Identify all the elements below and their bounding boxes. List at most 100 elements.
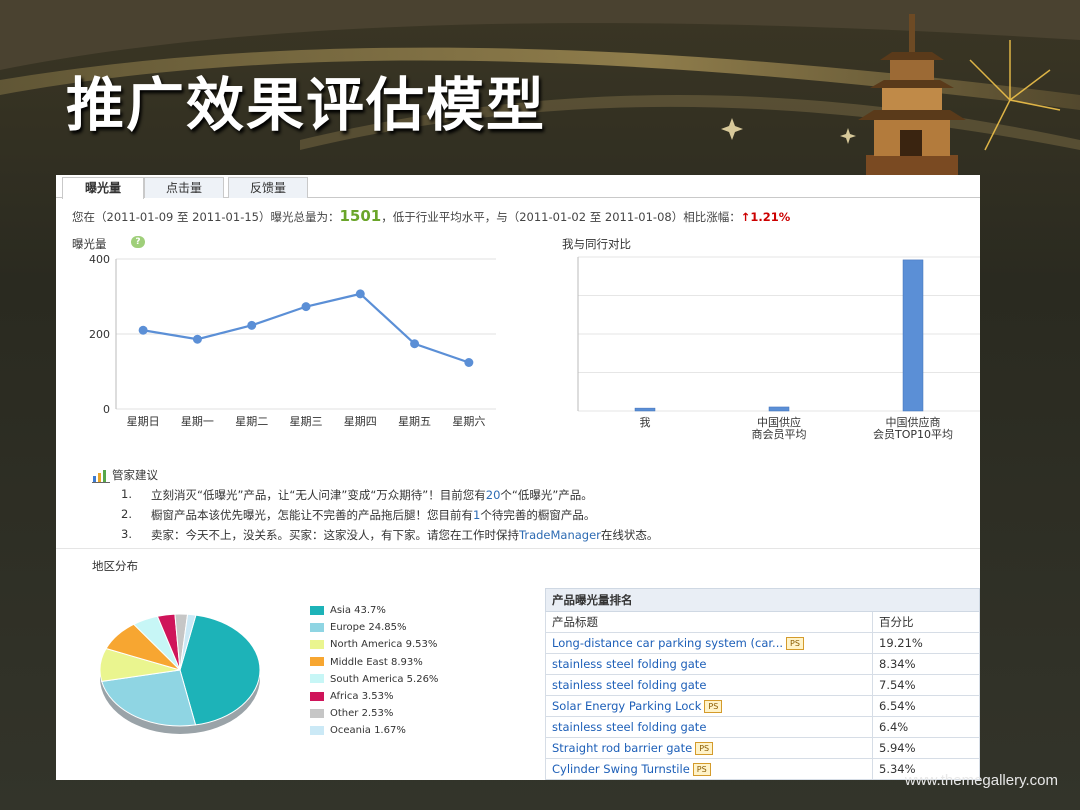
legend-swatch — [310, 605, 324, 615]
x-tick-label: 商会员平均 — [752, 427, 807, 441]
bar — [902, 259, 924, 412]
exposure-summary: 您在（2011-01-09 至 2011-01-15）曝光总量为：1501，低于… — [72, 207, 790, 225]
legend-item: Other 2.53% — [310, 708, 393, 719]
y-tick-label: 0 — [103, 403, 110, 416]
pie-slice — [179, 614, 261, 726]
product-title-link[interactable]: stainless steel folding gate — [545, 674, 873, 696]
product-exposure-ranking-table: 产品曝光量排名 产品标题 百分比 Long-distance car parki… — [545, 588, 980, 780]
x-tick-label: 星期一 — [181, 415, 214, 428]
product-title-link[interactable]: stainless steel folding gate — [545, 653, 873, 675]
x-tick-label: 星期日 — [127, 415, 160, 428]
x-tick-label: 星期三 — [290, 415, 323, 428]
data-point — [301, 302, 311, 312]
legend-item: Oceania 1.67% — [310, 725, 406, 736]
data-point — [355, 289, 365, 299]
legend-item: South America 5.26% — [310, 674, 438, 685]
help-icon[interactable]: ? — [131, 236, 145, 248]
legend-swatch — [310, 657, 324, 667]
x-tick-label: 星期二 — [235, 415, 268, 428]
x-tick-label: 星期六 — [452, 415, 485, 428]
exposure-percent: 6.54% — [872, 695, 980, 717]
table-row: Straight rod barrier gate PS 5.94% — [545, 737, 980, 759]
bar-chart-icon — [92, 469, 110, 483]
legend-label: Oceania 1.67% — [330, 725, 406, 737]
tab-feedback[interactable]: 反馈量 — [228, 177, 308, 198]
exposure-percent: 7.54% — [872, 674, 980, 696]
legend-swatch — [310, 725, 324, 735]
table-row: Solar Energy Parking Lock PS 6.54% — [545, 695, 980, 717]
legend-swatch — [310, 708, 324, 718]
region-pie-chart — [99, 613, 261, 734]
product-title-link[interactable]: Solar Energy Parking Lock PS — [545, 695, 873, 717]
legend-label: Other 2.53% — [330, 708, 394, 720]
summary-prefix: 您在（2011-01-09 至 2011-01-15）曝光总量为： — [72, 210, 340, 224]
table-header-row: 产品标题 百分比 — [545, 611, 980, 633]
exposure-line-chart: 0 200 400 星期日 星期一 星期二 星期三 星期四 星期五 星期六 — [89, 253, 496, 428]
y-tick-label: 400 — [89, 253, 110, 266]
legend-swatch — [310, 639, 324, 649]
legend-item: Middle East 8.93% — [310, 657, 423, 668]
peer-comparison-bar-chart: 我 中国供应商会员平均 中国供应商会员TOP10平均 — [577, 256, 980, 441]
data-point — [247, 320, 257, 330]
legend-item: Africa 3.53% — [310, 691, 393, 702]
data-point — [138, 325, 148, 335]
exposure-percent: 5.94% — [872, 737, 980, 759]
y-tick-label: 200 — [89, 328, 110, 341]
x-tick-label: 星期五 — [398, 415, 431, 428]
ranking-caption: 产品曝光量排名 — [545, 588, 980, 612]
table-row: stainless steel folding gate 8.34% — [545, 653, 980, 675]
product-title-link[interactable]: Cylinder Swing Turnstile PS — [545, 758, 873, 780]
ps-badge: PS — [786, 637, 804, 650]
table-row: stainless steel folding gate 6.4% — [545, 716, 980, 738]
legend-swatch — [310, 622, 324, 632]
product-title-link[interactable]: Straight rod barrier gate PS — [545, 737, 873, 759]
x-tick-label: 中国供应商 — [886, 415, 941, 429]
bar — [768, 406, 790, 412]
tab-clicks[interactable]: 点击量 — [144, 177, 224, 198]
legend-swatch — [310, 674, 324, 684]
exposure-report-panel: 曝光量 点击量 反馈量 您在（2011-01-09 至 2011-01-15）曝… — [56, 175, 980, 780]
change-percent: ↑1.21% — [740, 210, 791, 224]
legend-label: Asia 43.7% — [330, 605, 386, 616]
bar — [634, 407, 656, 412]
data-point — [410, 339, 420, 349]
ps-badge: PS — [692, 763, 711, 776]
legend-item: Asia 43.7% — [310, 605, 386, 616]
legend-swatch — [310, 691, 324, 701]
x-tick-label: 我 — [640, 416, 651, 429]
x-tick-label: 会员TOP10平均 — [873, 428, 953, 441]
compare-chart-title: 我与同行对比 — [562, 237, 631, 251]
advice-title: 管家建议 — [112, 468, 158, 482]
legend-label: Africa 3.53% — [330, 691, 394, 702]
exposure-percent: 19.21% — [872, 632, 980, 654]
slide-title: 推广效果评估模型 — [66, 71, 547, 139]
product-title-link[interactable]: stainless steel folding gate — [545, 716, 873, 738]
trademanager-link[interactable]: TradeManager — [519, 528, 601, 542]
column-header-title: 产品标题 — [545, 611, 873, 633]
legend-item: Europe 24.85% — [310, 622, 406, 633]
x-tick-label: 星期四 — [344, 415, 377, 428]
table-row: stainless steel folding gate 7.54% — [545, 674, 980, 696]
tab-exposure[interactable]: 曝光量 — [62, 177, 144, 199]
summary-middle: ，低于行业平均水平，与（2011-01-02 至 2011-01-08）相比涨幅… — [381, 210, 741, 224]
legend-label: Europe 24.85% — [330, 622, 407, 634]
ps-badge: PS — [695, 742, 714, 755]
product-title-link[interactable]: Long-distance car parking system (car...… — [545, 632, 873, 654]
legend-label: North America 9.53% — [330, 639, 438, 651]
legend-label: South America 5.26% — [330, 673, 439, 685]
data-point — [464, 358, 474, 367]
legend-item: North America 9.53% — [310, 639, 437, 650]
advice-section: 管家建议 — [92, 467, 158, 483]
table-row: Long-distance car parking system (car...… — [545, 632, 980, 654]
advice-highlight[interactable]: 20 — [486, 488, 501, 502]
region-title: 地区分布 — [92, 559, 138, 573]
metric-tabs: 曝光量 点击量 反馈量 — [56, 175, 980, 199]
footer-url: www.themegallery.com — [904, 772, 1058, 789]
ps-badge: PS — [704, 700, 723, 713]
exposure-chart-title: 曝光量 — [72, 237, 107, 251]
exposure-percent: 6.4% — [872, 716, 980, 738]
exposure-percent: 8.34% — [872, 653, 980, 675]
x-tick-label: 中国供应 — [757, 415, 801, 429]
column-header-percent: 百分比 — [872, 611, 980, 633]
legend-label: Middle East 8.93% — [330, 656, 423, 668]
